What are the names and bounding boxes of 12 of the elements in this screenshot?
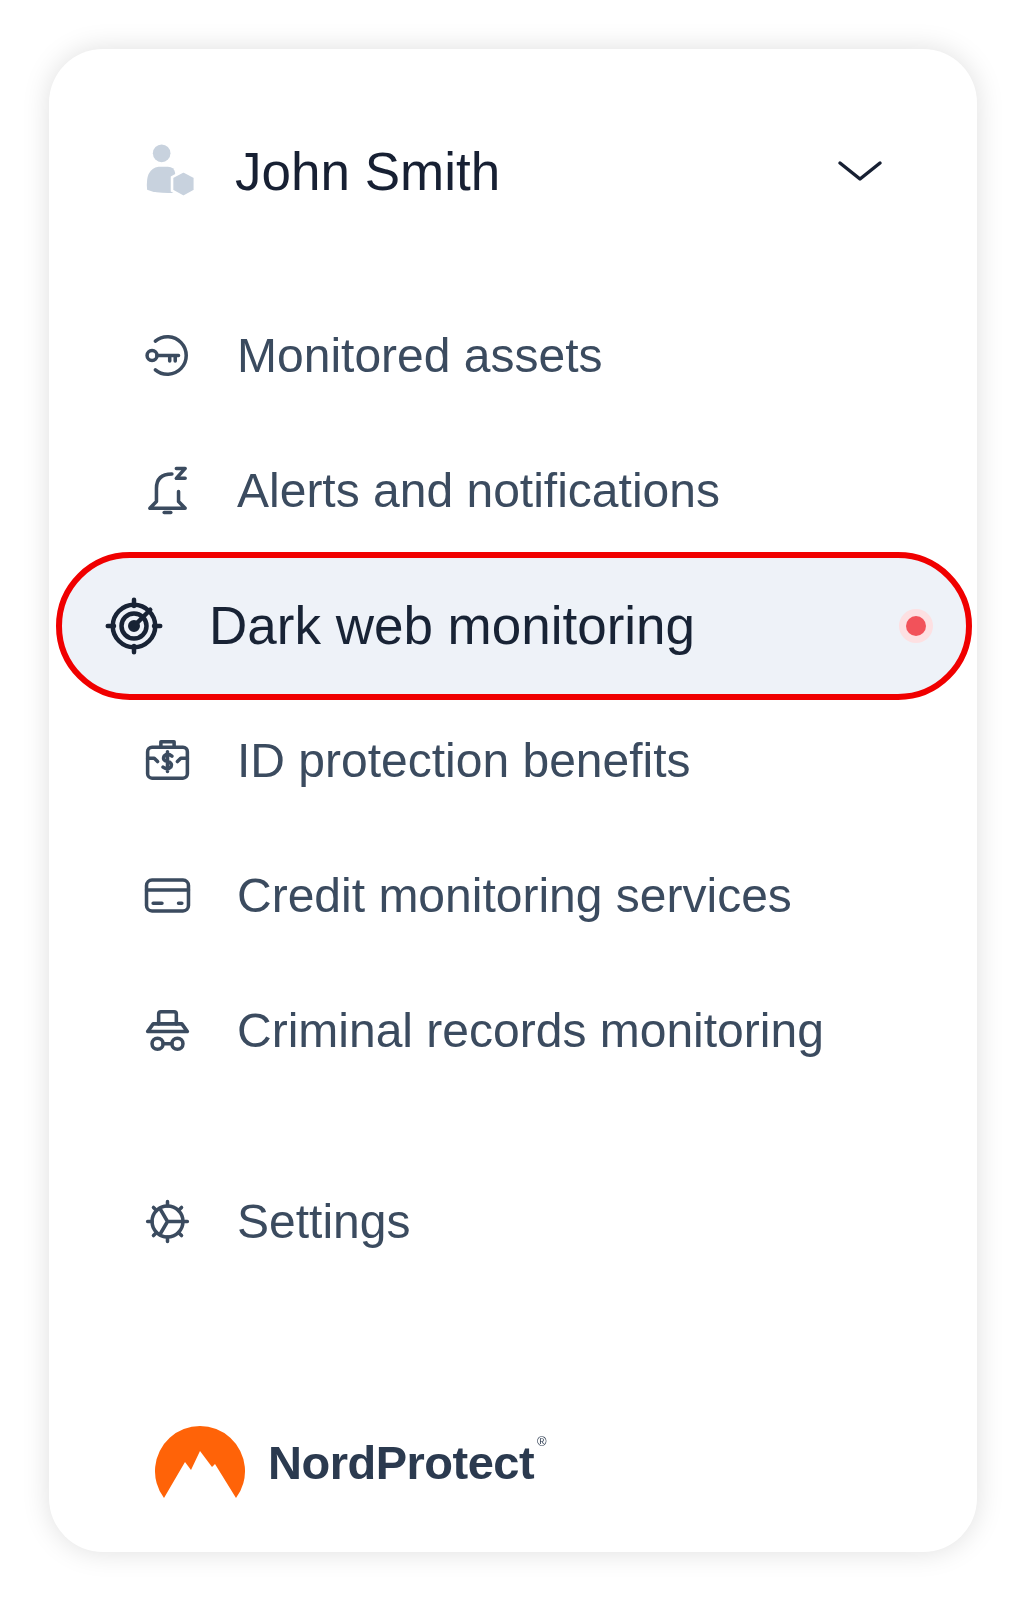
logo-icon [155, 1426, 245, 1498]
brand-name: NordProtect$^{®}$ [268, 1438, 547, 1486]
user-menu-button[interactable]: John Smith [145, 141, 883, 201]
menu-item[interactable]: Credit monitoring services [141, 869, 792, 922]
menu-item[interactable]: Monitored assets [141, 329, 603, 382]
menu-item[interactable]: Dark web monitoring [56, 551, 972, 700]
target-icon [104, 595, 164, 656]
user-icon [145, 144, 197, 198]
menu-item[interactable]: Alerts and notifications [141, 464, 720, 517]
menu-item[interactable]: ID protection benefits [141, 734, 691, 787]
menu-item[interactable]: Settings [141, 1195, 411, 1248]
menu-item[interactable]: Criminal records monitoring [141, 1004, 824, 1057]
